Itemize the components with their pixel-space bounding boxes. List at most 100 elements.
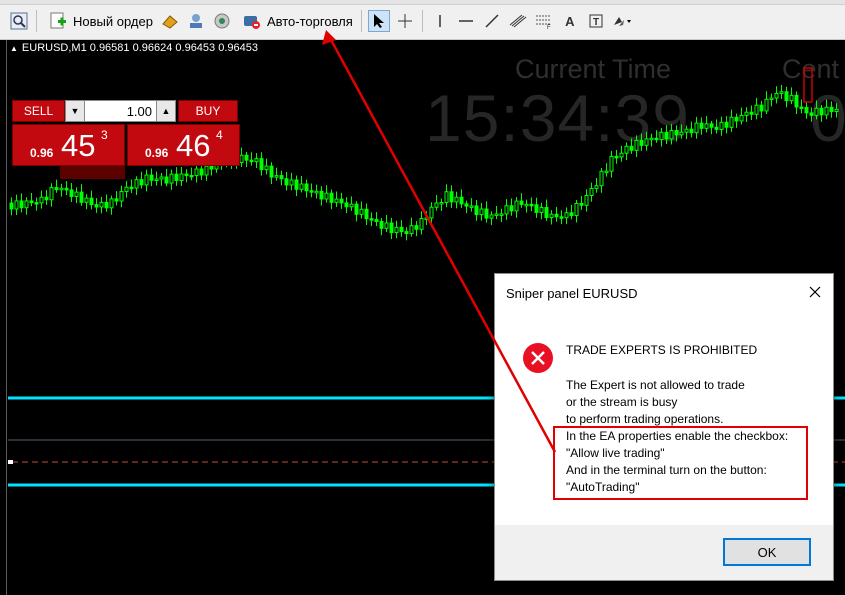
candle-body: [474, 205, 479, 216]
candle-body: [404, 231, 409, 235]
crosshair-icon[interactable]: [394, 10, 416, 32]
candle-body: [279, 175, 284, 180]
candle-body: [244, 154, 249, 161]
candle-body: [24, 200, 29, 209]
vertical-line-icon[interactable]: [429, 10, 451, 32]
trendline-icon[interactable]: [481, 10, 503, 32]
candle-body: [734, 116, 739, 122]
horizontal-line-icon[interactable]: [455, 10, 477, 32]
candle-body: [129, 186, 134, 190]
lot-input[interactable]: 1.00: [85, 100, 156, 122]
sell-button[interactable]: SELL: [12, 100, 65, 122]
fibonacci-icon[interactable]: F: [533, 10, 555, 32]
candle-body: [569, 212, 574, 217]
candle-body: [699, 122, 704, 129]
market-watch-icon[interactable]: [211, 10, 233, 32]
candle-body: [39, 196, 44, 204]
ok-button[interactable]: OK: [723, 538, 811, 566]
candle-body: [654, 137, 659, 141]
candle-body: [614, 155, 619, 159]
equidistant-channel-icon[interactable]: [507, 10, 529, 32]
text-icon[interactable]: A: [559, 10, 581, 32]
candle-body: [69, 189, 74, 197]
autotrading-icon: [241, 10, 263, 32]
candle-body: [779, 91, 784, 94]
candle-body: [84, 197, 89, 203]
close-icon[interactable]: [807, 284, 823, 300]
candle-body: [554, 213, 559, 218]
candle-body: [54, 187, 59, 191]
sell-price-superscript: 3: [101, 128, 108, 142]
candle-body: [754, 104, 759, 115]
candle-body: [589, 187, 594, 196]
candle-body: [354, 203, 359, 215]
candle-body: [334, 198, 339, 203]
candle-body: [314, 190, 319, 194]
candle-body: [824, 106, 829, 116]
candle-body: [649, 137, 654, 141]
candle-body: [414, 225, 419, 230]
candle-body: [444, 191, 449, 204]
candle-body: [539, 206, 544, 213]
candle-body: [399, 226, 404, 233]
candle-body: [684, 128, 689, 133]
dialog-footer: OK: [495, 525, 833, 580]
new-order-button[interactable]: Новый ордер: [41, 8, 157, 34]
candle-body: [119, 191, 124, 202]
candle-body: [144, 174, 149, 186]
candle-body: [194, 168, 199, 177]
candle-body: [169, 173, 174, 184]
buy-price-button[interactable]: 0.96 46 4: [127, 124, 240, 166]
collapse-triangle-icon[interactable]: ▲: [10, 44, 18, 53]
lot-increase-button[interactable]: ▲: [156, 100, 176, 122]
toolbar-separator: [36, 10, 37, 32]
gold-icon[interactable]: [159, 10, 181, 32]
candle-body: [199, 168, 204, 176]
cursor-icon[interactable]: [367, 10, 390, 32]
candle-body: [744, 111, 749, 116]
buy-button[interactable]: BUY: [178, 100, 238, 122]
candle-body: [769, 97, 774, 101]
candle-body: [179, 173, 184, 181]
candle-body: [74, 191, 79, 197]
sell-price-big: 45: [61, 128, 96, 163]
candle-body: [44, 196, 49, 201]
candle-body: [609, 155, 614, 172]
candle-body: [679, 131, 684, 136]
candle-body: [494, 213, 499, 216]
candle-body: [269, 165, 274, 178]
candle-body: [274, 175, 279, 178]
candle-body: [659, 131, 664, 141]
dialog-heading: TRADE EXPERTS IS PROHIBITED: [566, 343, 758, 357]
svg-text:T: T: [593, 17, 599, 28]
candle-body: [94, 204, 99, 208]
candle-body: [239, 154, 244, 164]
zoom-icon[interactable]: [8, 10, 30, 32]
candle-body: [409, 225, 414, 235]
candle-body: [669, 130, 674, 140]
arrows-dropdown-icon[interactable]: [611, 10, 633, 32]
candle-body: [184, 173, 189, 176]
buy-price-superscript: 4: [216, 128, 223, 142]
candle-body: [419, 217, 424, 230]
candle-body: [594, 185, 599, 189]
candle-body: [114, 198, 119, 202]
lot-decrease-button[interactable]: ▼: [65, 100, 85, 122]
candle-body: [749, 111, 754, 115]
sell-price-button[interactable]: 0.96 45 3: [12, 124, 125, 166]
autotrading-button[interactable]: Авто-торговля: [235, 8, 357, 34]
signals-icon[interactable]: [185, 10, 207, 32]
candle-body: [574, 202, 579, 217]
toolbar-separator: [360, 10, 362, 32]
text-label-icon[interactable]: T: [585, 10, 607, 32]
candle-body: [794, 94, 799, 108]
candle-body: [359, 208, 364, 215]
main-toolbar: Новый ордер Авто-торговля F A T: [0, 0, 845, 40]
toolbar-row: Новый ордер Авто-торговля F A T: [0, 7, 635, 35]
candle-body: [174, 173, 179, 181]
candle-body: [629, 145, 634, 151]
candle-body: [489, 214, 494, 219]
candle-body: [604, 170, 609, 174]
candle-body: [709, 123, 714, 128]
candle-body: [544, 206, 549, 219]
